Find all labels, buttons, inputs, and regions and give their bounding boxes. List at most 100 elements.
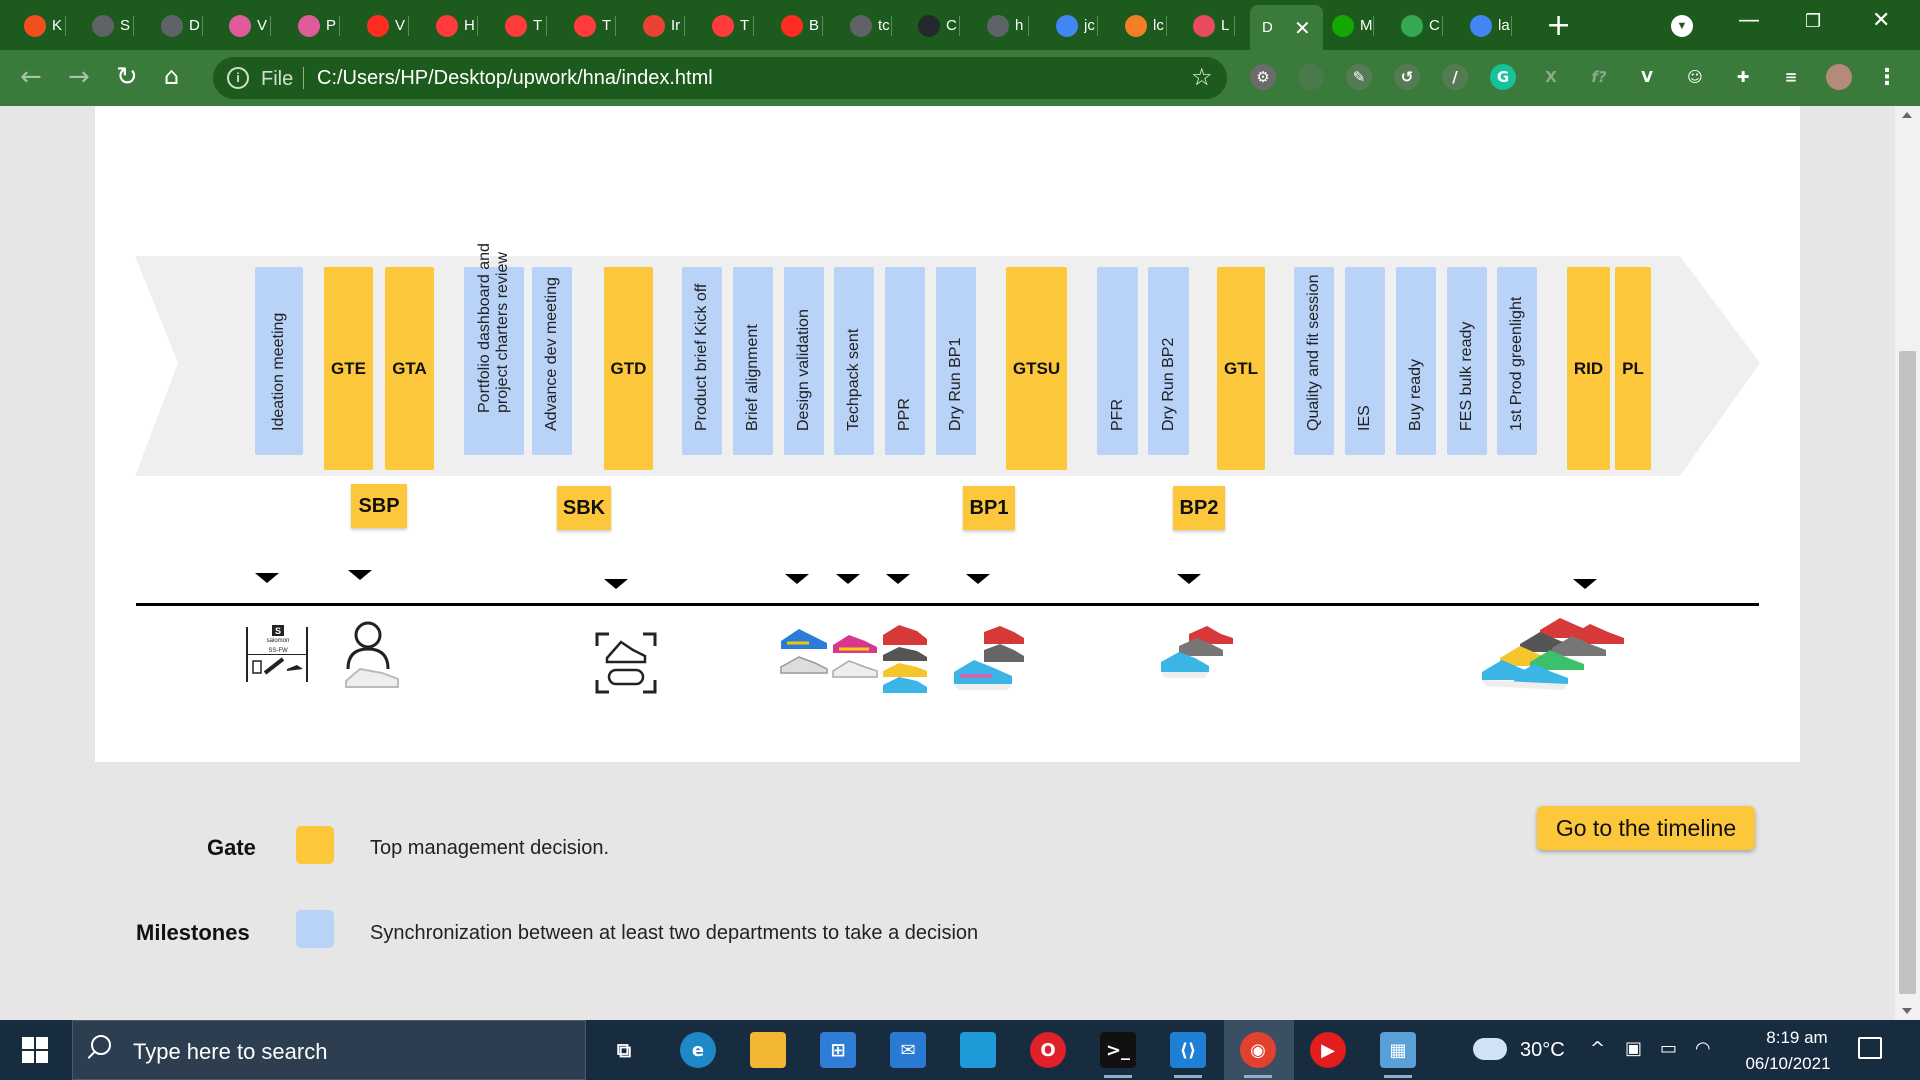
browser-tab[interactable]: tc	[844, 7, 892, 44]
tray-chevron-up-icon[interactable]: ^	[1590, 1038, 1605, 1059]
x-extension-icon[interactable]: X	[1538, 64, 1564, 90]
mail-icon[interactable]: ✉	[890, 1032, 926, 1068]
timeline-marker-icon	[886, 574, 910, 584]
tab-separator	[1442, 16, 1443, 36]
phone-app-icon[interactable]	[960, 1032, 996, 1068]
step-label: Buy ready	[1407, 358, 1424, 431]
browser-tab[interactable]: S	[86, 7, 134, 44]
browser-tab[interactable]: la	[1464, 7, 1512, 44]
browser-tab[interactable]: V	[361, 7, 409, 44]
tab-title: h	[1015, 17, 1024, 34]
bookmark-star-icon[interactable]: ☆	[1191, 63, 1213, 91]
notification-center-icon[interactable]	[1858, 1037, 1882, 1059]
browser-tab[interactable]: P	[292, 7, 340, 44]
gear-extension-icon[interactable]: ⚙	[1250, 64, 1276, 90]
milestone-step: 1st Prod greenlight	[1497, 267, 1537, 455]
scrollbar-thumb[interactable]	[1899, 351, 1916, 994]
browser-tab[interactable]: h	[981, 7, 1029, 44]
profile-avatar[interactable]	[1826, 64, 1852, 90]
clock-date[interactable]: 06/10/2021	[1733, 1054, 1843, 1074]
home-button[interactable]: ⌂	[164, 62, 179, 90]
extension-icon[interactable]	[1298, 64, 1324, 90]
svg-text:S: S	[275, 626, 281, 636]
milestone-step: Dry Run BP1	[936, 267, 976, 455]
sketch-extension-icon[interactable]: ✎	[1346, 64, 1372, 90]
sync-extension-icon[interactable]: ↺	[1394, 64, 1420, 90]
browser-tab[interactable]: Ir	[637, 7, 685, 44]
address-bar[interactable]: i File C:/Users/HP/Desktop/upwork/hna/in…	[213, 57, 1227, 99]
browser-tab[interactable]: T	[706, 7, 754, 44]
edge-icon[interactable]: e	[680, 1032, 716, 1068]
browser-tab[interactable]: T	[568, 7, 616, 44]
milestone-step: FES bulk ready	[1447, 267, 1487, 455]
taskbar-search-box[interactable]: Type here to search	[72, 1020, 586, 1080]
close-tab-icon[interactable]: ✕	[1294, 16, 1311, 40]
gate-step: RID	[1567, 267, 1610, 470]
chrome-icon[interactable]: ◉	[1240, 1032, 1276, 1078]
minimize-button[interactable]: —	[1738, 8, 1760, 33]
browser-tab[interactable]: C	[1395, 7, 1443, 44]
restore-button[interactable]: ❐	[1805, 11, 1821, 32]
info-icon[interactable]: i	[227, 67, 249, 89]
browser-tab[interactable]: C	[912, 7, 960, 44]
browser-tab[interactable]: K	[18, 7, 66, 44]
forward-button[interactable]: →	[68, 62, 90, 92]
vscode-icon[interactable]: ⟨⟩	[1170, 1032, 1206, 1078]
tab-separator	[1028, 16, 1029, 36]
new-tab-button[interactable]: +	[1546, 8, 1571, 43]
tab-separator	[1373, 16, 1374, 36]
browser-tab[interactable]: lc	[1119, 7, 1167, 44]
browser-tab[interactable]: L	[1187, 7, 1235, 44]
go-to-timeline-button[interactable]: Go to the timeline	[1537, 806, 1755, 850]
timeline-marker-icon	[785, 574, 809, 584]
milestone-step: Advance dev meeting	[532, 267, 572, 455]
browser-tab[interactable]: B	[775, 7, 823, 44]
media-control-icon[interactable]: ≡	[1778, 64, 1804, 90]
menu-kebab-icon[interactable]: ⋮	[1874, 64, 1900, 90]
browser-tab[interactable]: jc	[1050, 7, 1098, 44]
browser-tab[interactable]: D ✕	[1250, 5, 1323, 50]
control-panel-icon[interactable]: ▦	[1380, 1032, 1416, 1078]
scroll-up-arrow-icon[interactable]	[1902, 112, 1912, 118]
url-text[interactable]: C:/Users/HP/Desktop/upwork/hna/index.htm…	[317, 67, 713, 90]
tab-title: H	[464, 17, 475, 34]
terminal-icon[interactable]: >_	[1100, 1032, 1136, 1078]
browser-tab[interactable]: V	[223, 7, 271, 44]
gate-step: PL	[1615, 267, 1651, 470]
back-button[interactable]: ←	[20, 62, 42, 92]
reload-button[interactable]: ↻	[116, 62, 138, 92]
grammarly-icon[interactable]: G	[1490, 64, 1516, 90]
youtube-music-icon[interactable]: ▶	[1310, 1032, 1346, 1068]
target-icon	[505, 14, 527, 37]
timeline-card: Ideation meeting GTE GTA Portfolio dashboar…	[95, 106, 1800, 762]
scroll-down-arrow-icon[interactable]	[1902, 1008, 1912, 1014]
close-window-button[interactable]: ✕	[1872, 8, 1890, 33]
page-scrollbar[interactable]	[1895, 106, 1920, 1020]
task-view-icon[interactable]: ⧉	[606, 1032, 642, 1068]
browser-tab[interactable]: M	[1326, 7, 1374, 44]
microsoft-store-icon[interactable]: ⊞	[820, 1032, 856, 1068]
browser-tab[interactable]: D	[155, 7, 203, 44]
opera-icon[interactable]: O	[1030, 1032, 1066, 1068]
tab-search-button[interactable]: ▼	[1671, 15, 1693, 37]
octopus-extension-icon[interactable]: ☺	[1682, 64, 1708, 90]
tab-separator	[546, 16, 547, 36]
formula-extension-icon[interactable]: f?	[1586, 64, 1612, 90]
browser-tab[interactable]: T	[499, 7, 547, 44]
octopus-icon	[298, 14, 320, 37]
eyedropper-extension-icon[interactable]: /	[1442, 64, 1468, 90]
tray-meet-icon[interactable]: ▣	[1625, 1038, 1642, 1059]
browser-tab[interactable]: H	[430, 7, 478, 44]
windows-start-icon[interactable]	[22, 1037, 48, 1063]
weather-temperature[interactable]: 30°C	[1520, 1039, 1565, 1062]
google-icon	[1470, 14, 1492, 37]
weather-cloud-icon[interactable]	[1473, 1038, 1507, 1060]
clock-time[interactable]: 8:19 am	[1752, 1028, 1842, 1048]
file-explorer-icon[interactable]	[750, 1032, 786, 1068]
battery-icon[interactable]: ▭	[1660, 1038, 1677, 1059]
step-label: FES bulk ready	[1458, 321, 1475, 431]
puzzle-extensions-icon[interactable]: ✚	[1730, 64, 1756, 90]
vue-devtools-icon[interactable]: V	[1634, 64, 1660, 90]
milestone-step: Design validation	[784, 267, 824, 455]
wifi-icon[interactable]: ◠	[1695, 1038, 1711, 1059]
